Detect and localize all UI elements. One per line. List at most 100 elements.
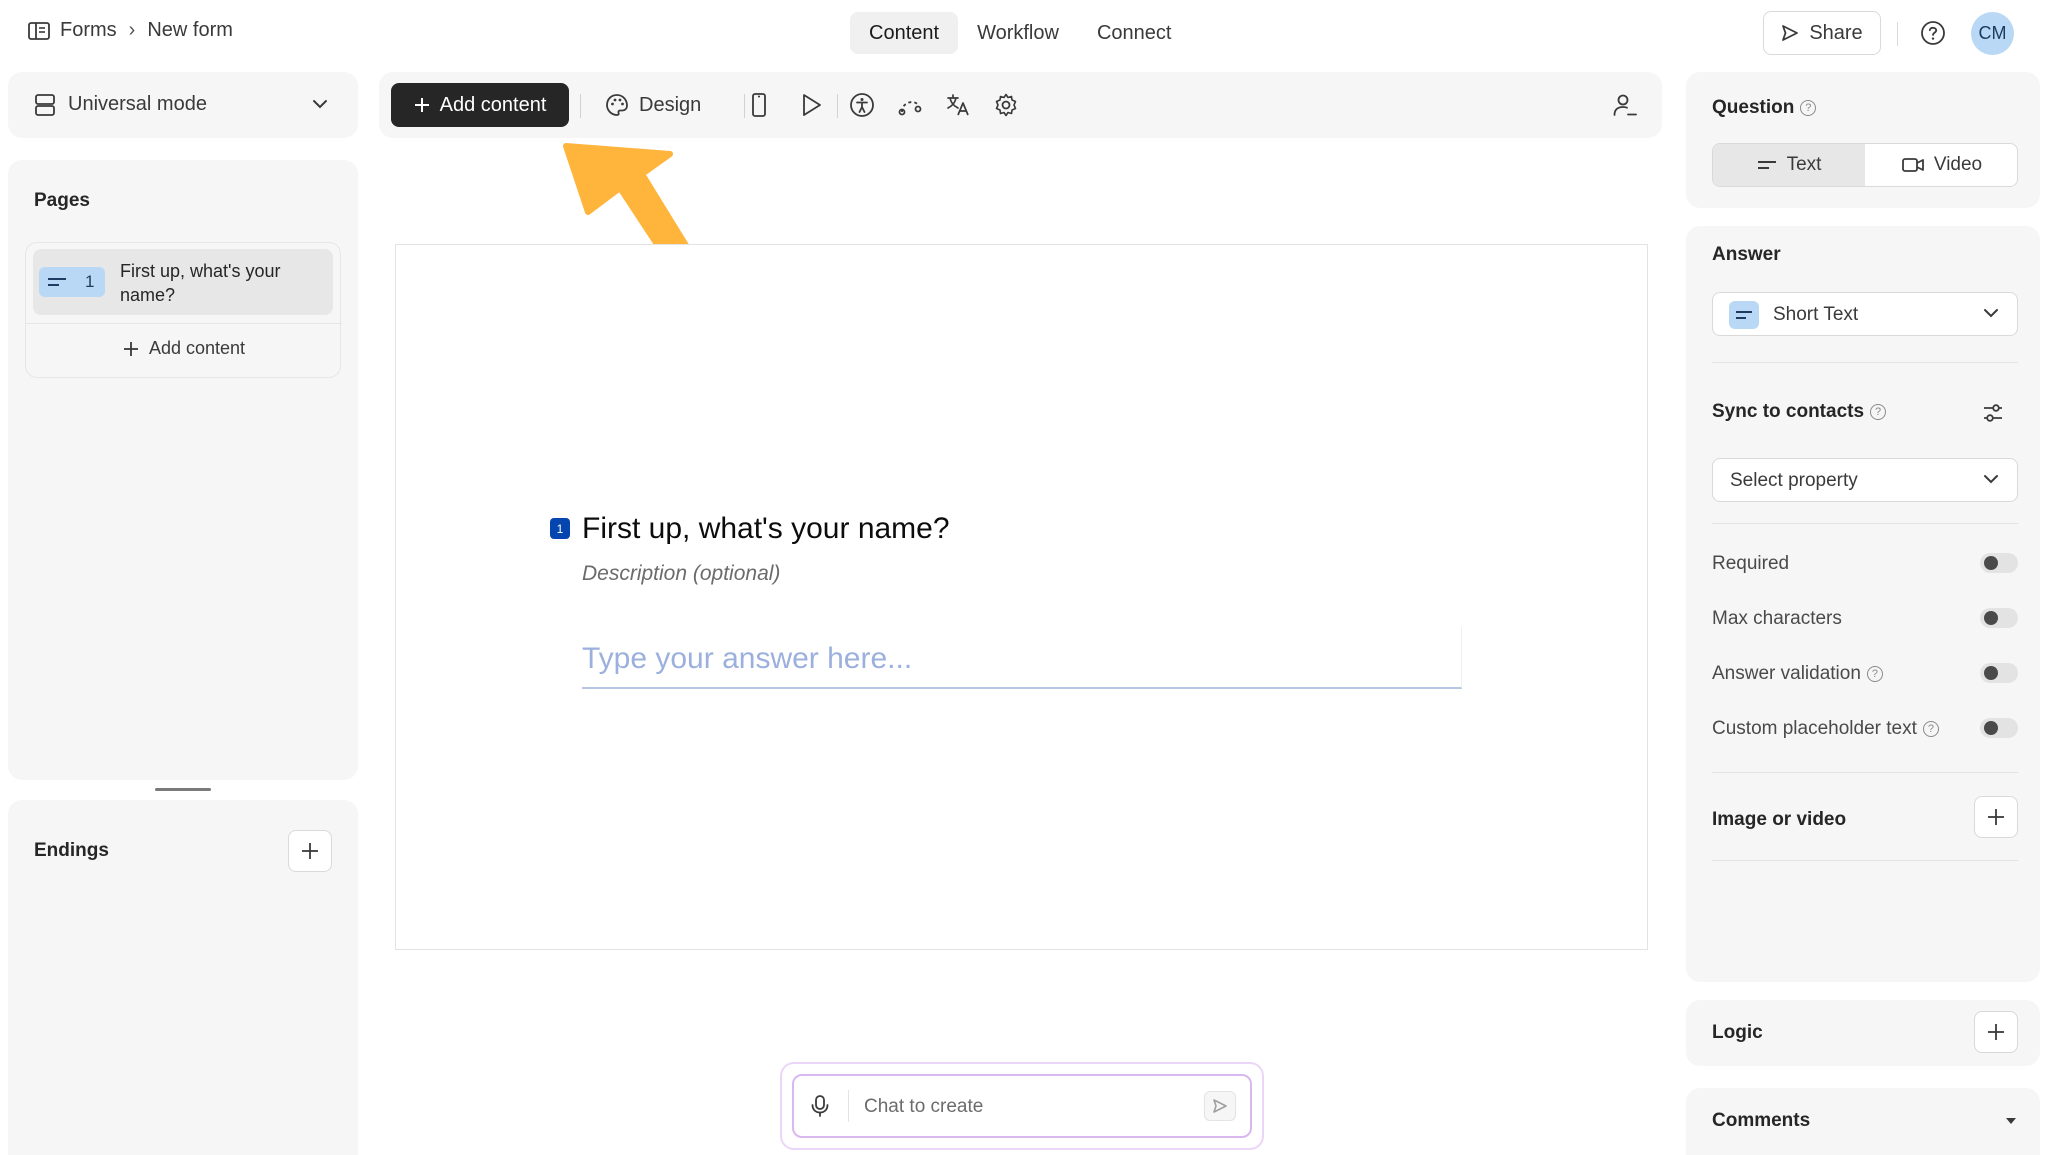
required-label: Required <box>1712 553 1790 574</box>
help-icon[interactable] <box>1920 20 1946 46</box>
answer-heading: Answer <box>1712 244 1781 266</box>
form-canvas <box>395 244 1648 950</box>
tab-workflow[interactable]: Workflow <box>958 12 1078 54</box>
logic-branch-icon[interactable] <box>897 92 923 118</box>
add-ending-button[interactable] <box>288 830 332 872</box>
max-characters-label: Max characters <box>1712 608 1842 629</box>
question-description[interactable]: Description (optional) <box>582 562 780 586</box>
help-icon[interactable]: ? <box>1922 721 1939 737</box>
translate-icon[interactable] <box>945 92 971 118</box>
avatar[interactable]: CM <box>1971 12 2014 55</box>
page-list: 1 First up, what's your name? Add conten… <box>25 242 342 378</box>
required-setting: Required <box>1712 548 2018 578</box>
divider <box>1897 22 1898 46</box>
settings-gear-icon[interactable] <box>993 92 1019 118</box>
answer-validation-toggle[interactable] <box>1980 663 2018 683</box>
custom-placeholder-toggle[interactable] <box>1980 718 2018 738</box>
play-icon[interactable] <box>801 92 823 118</box>
top-tabs: Content Workflow Connect <box>850 12 1190 54</box>
mobile-preview-icon[interactable] <box>751 92 767 118</box>
plus-icon <box>1987 1023 2005 1041</box>
chat-box: Chat to create <box>780 1062 1264 1150</box>
divider <box>1712 860 2018 861</box>
image-video-heading: Image or video <box>1712 809 1846 831</box>
plus-icon <box>1987 808 2005 826</box>
max-characters-toggle[interactable] <box>1980 608 2018 628</box>
segment-video-label: Video <box>1933 154 1983 175</box>
page-title: First up, what's your name? <box>120 261 281 305</box>
custom-placeholder-setting: Custom placeholder text? <box>1712 713 2018 743</box>
sync-title-label: Sync to contacts <box>1712 401 1865 422</box>
logic-heading: Logic <box>1712 1022 1763 1044</box>
plus-icon <box>123 341 139 357</box>
design-label: Design <box>639 93 702 116</box>
answer-type-value: Short Text <box>1773 304 1859 325</box>
chat-input[interactable]: Chat to create <box>792 1074 1252 1138</box>
sync-heading: Sync to contacts ? <box>1712 401 1887 423</box>
property-select[interactable]: Select property <box>1712 458 2018 502</box>
answer-validation-setting: Answer validation? <box>1712 658 2018 688</box>
short-text-badge <box>1729 301 1759 329</box>
question-title-label: Question <box>1712 97 1795 118</box>
top-bar: Forms › New form Content Workflow Connec… <box>0 0 2048 66</box>
divider <box>837 94 838 118</box>
help-icon[interactable]: ? <box>1870 404 1887 420</box>
question-title[interactable]: First up, what's your name? <box>582 512 950 546</box>
help-icon[interactable]: ? <box>1800 100 1817 116</box>
answer-title-label: Answer <box>1712 244 1781 265</box>
divider <box>1712 362 2018 363</box>
chevron-down-icon <box>1983 307 1999 319</box>
tab-connect[interactable]: Connect <box>1078 12 1191 54</box>
answer-input[interactable]: Type your answer here... <box>582 627 1462 689</box>
divider <box>744 94 745 118</box>
breadcrumb-forms-link[interactable]: Forms <box>60 19 117 42</box>
divider <box>1712 523 2018 524</box>
text-lines-icon <box>1757 159 1777 171</box>
forms-icon <box>28 21 50 40</box>
page-item[interactable]: 1 First up, what's your name? <box>33 249 333 315</box>
resize-handle[interactable] <box>155 788 211 791</box>
required-toggle[interactable] <box>1980 553 2018 573</box>
answer-validation-label: Answer validation? <box>1712 663 1883 685</box>
question-heading: Question ? <box>1712 97 1817 119</box>
add-page-label: Add content <box>148 338 246 358</box>
video-camera-icon <box>1901 157 1924 173</box>
endings-title: Endings <box>34 840 109 861</box>
user-settings-icon[interactable] <box>1612 92 1638 118</box>
divider <box>1712 772 2018 773</box>
help-icon[interactable]: ? <box>1866 666 1883 682</box>
short-text-icon <box>1735 309 1753 321</box>
question-type-panel: Question ? Text Video <box>1686 72 2040 208</box>
pages-title: Pages <box>34 190 90 211</box>
plus-icon <box>301 842 319 860</box>
property-select-value: Select property <box>1730 470 1858 491</box>
caret-down-icon[interactable] <box>2004 1116 2018 1126</box>
add-media-button[interactable] <box>1974 796 2018 838</box>
max-characters-setting: Max characters <box>1712 603 2018 633</box>
short-text-icon <box>47 276 67 288</box>
tab-content[interactable]: Content <box>850 12 959 54</box>
chat-placeholder: Chat to create <box>864 1096 984 1117</box>
segment-text[interactable]: Text <box>1713 144 1865 186</box>
send-button[interactable] <box>1204 1091 1236 1121</box>
accessibility-icon[interactable] <box>849 92 875 118</box>
sliders-icon[interactable] <box>1982 402 2004 424</box>
add-logic-button[interactable] <box>1974 1011 2018 1053</box>
share-button[interactable]: Share <box>1763 11 1881 55</box>
image-video-title-label: Image or video <box>1712 809 1847 830</box>
add-content-button[interactable]: Add content <box>391 83 569 127</box>
layout-icon <box>35 94 55 116</box>
mode-selector[interactable]: Universal mode <box>8 72 358 138</box>
send-icon <box>1781 24 1799 42</box>
comments-panel[interactable]: Comments <box>1686 1088 2040 1155</box>
design-button[interactable]: Design <box>605 93 701 117</box>
answer-type-select[interactable]: Short Text <box>1712 292 2018 336</box>
comments-title-label: Comments <box>1712 1110 1811 1131</box>
chevron-down-icon <box>1983 473 1999 485</box>
comments-heading: Comments <box>1712 1110 1810 1132</box>
microphone-icon[interactable] <box>810 1094 830 1118</box>
editor-toolbar: Add content Design <box>379 72 1662 138</box>
segment-video[interactable]: Video <box>1865 144 2017 186</box>
add-page-button[interactable]: Add content <box>26 323 342 373</box>
share-label: Share <box>1809 21 1863 44</box>
